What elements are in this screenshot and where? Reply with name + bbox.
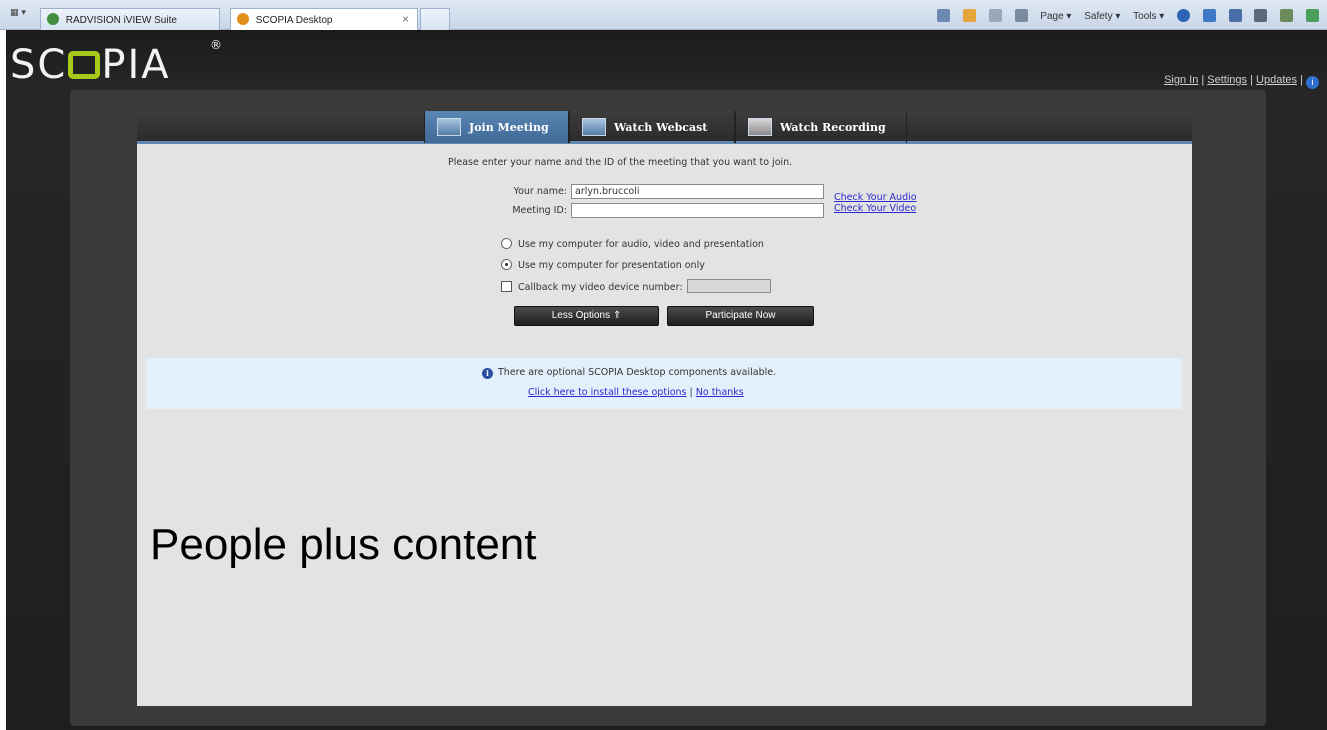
less-options-button[interactable]: Less Options ⇑ [514, 306, 659, 326]
option-label: Use my computer for audio, video and pre… [518, 239, 764, 250]
slide-caption: People plus content [150, 520, 537, 569]
research-icon[interactable] [1254, 9, 1268, 22]
browser-tab-label: SCOPIA Desktop [255, 15, 333, 26]
option-full-media[interactable]: Use my computer for audio, video and pre… [501, 238, 764, 250]
header-links: Sign In | Settings | Updates | i [1164, 74, 1319, 89]
participate-now-button[interactable]: Participate Now [667, 306, 814, 326]
tab-join-meeting[interactable]: Join Meeting [424, 111, 569, 143]
settings-link[interactable]: Settings [1207, 74, 1247, 86]
tab-label: Watch Webcast [614, 121, 708, 134]
name-input[interactable]: arlyn.bruccoli [571, 184, 824, 199]
meeting-id-label: Meeting ID: [512, 205, 567, 216]
link-separator: | [1201, 74, 1205, 86]
browser-tab-radvision[interactable]: RADVISION iVIEW Suite [40, 8, 220, 30]
join-panel: Join Meeting Watch Webcast Watch Recordi… [137, 110, 1192, 706]
name-label: Your name: [513, 186, 567, 197]
option-presentation-only[interactable]: Use my computer for presentation only [501, 259, 705, 271]
radio-button-selected[interactable] [501, 259, 512, 270]
callback-number-input[interactable] [686, 279, 771, 293]
main-frame: Join Meeting Watch Webcast Watch Recordi… [70, 90, 1266, 726]
scopia-logo: SC PIA ® [10, 38, 222, 88]
join-meeting-icon [437, 118, 461, 136]
logo-o-shape [68, 51, 101, 79]
callback-checkbox[interactable] [501, 281, 512, 292]
install-options-link[interactable]: Click here to install these options [528, 387, 687, 398]
help-icon[interactable] [1177, 9, 1191, 22]
close-tab-icon[interactable]: × [402, 12, 409, 26]
ie-icon [47, 13, 59, 25]
callback-label: Callback my video device number: [518, 282, 683, 293]
toolbar-addon-icon[interactable] [1202, 9, 1216, 22]
toolbar-addon-icon[interactable] [1228, 9, 1242, 22]
link-separator: | [689, 387, 693, 398]
optional-components-notice: i There are optional SCOPIA Desktop compo… [146, 358, 1182, 409]
meeting-id-input[interactable] [571, 203, 824, 218]
page-menu[interactable]: Page ▾ [1040, 11, 1071, 22]
notice-links: Click here to install these options | No… [528, 387, 744, 398]
option-label: Use my computer for presentation only [518, 260, 705, 271]
tab-label: Join Meeting [469, 121, 549, 134]
browser-tab-scopia[interactable]: SCOPIA Desktop × [230, 8, 418, 30]
tools-menu[interactable]: Tools ▾ [1133, 11, 1164, 22]
tab-watch-webcast[interactable]: Watch Webcast [569, 111, 735, 143]
feeds-icon[interactable] [962, 9, 976, 22]
logo-text: PIA [101, 42, 171, 88]
info-icon: i [482, 368, 493, 379]
safety-menu[interactable]: Safety ▾ [1084, 11, 1120, 22]
read-mail-icon[interactable] [988, 9, 1002, 22]
command-bar: Page ▾ Safety ▾ Tools ▾ [927, 9, 1319, 22]
no-thanks-link[interactable]: No thanks [696, 387, 744, 398]
scopia-app: SC PIA ® Sign In | Settings | Updates | i … [6, 30, 1327, 730]
home-icon[interactable] [937, 9, 951, 22]
check-audio-link[interactable]: Check Your Audio [834, 192, 917, 203]
link-separator: | [1250, 74, 1253, 86]
logo-registered: ® [210, 38, 224, 52]
tab-label: Watch Recording [780, 121, 886, 134]
updates-link[interactable]: Updates [1256, 74, 1297, 86]
tab-watch-recording[interactable]: Watch Recording [735, 111, 907, 143]
messenger-icon[interactable] [1306, 9, 1319, 22]
check-video-link[interactable]: Check Your Video [834, 203, 916, 214]
print-icon[interactable] [1014, 9, 1028, 22]
logo-text: SC [10, 42, 68, 88]
notice-text: There are optional SCOPIA Desktop compon… [498, 367, 777, 378]
join-prompt: Please enter your name and the ID of the… [448, 157, 793, 168]
callback-option[interactable]: Callback my video device number: [501, 279, 771, 293]
webcast-icon [582, 118, 606, 136]
quick-tabs-icon[interactable]: ▦ ▾ [10, 8, 26, 18]
translate-icon[interactable] [1280, 9, 1294, 22]
link-separator: | [1300, 74, 1303, 86]
info-icon[interactable]: i [1306, 76, 1319, 89]
recording-icon [748, 118, 772, 136]
sign-in-link[interactable]: Sign In [1164, 74, 1198, 86]
browser-toolbar: ▦ ▾ RADVISION iVIEW Suite SCOPIA Desktop… [0, 0, 1327, 30]
scopia-favicon [237, 13, 249, 25]
browser-tab-label: RADVISION iVIEW Suite [65, 15, 177, 26]
radio-button[interactable] [501, 238, 512, 249]
nav-tabstrip: Join Meeting Watch Webcast Watch Recordi… [137, 110, 1192, 144]
notice-text-row: i There are optional SCOPIA Desktop compo… [482, 367, 776, 379]
new-tab-button[interactable] [420, 8, 450, 30]
